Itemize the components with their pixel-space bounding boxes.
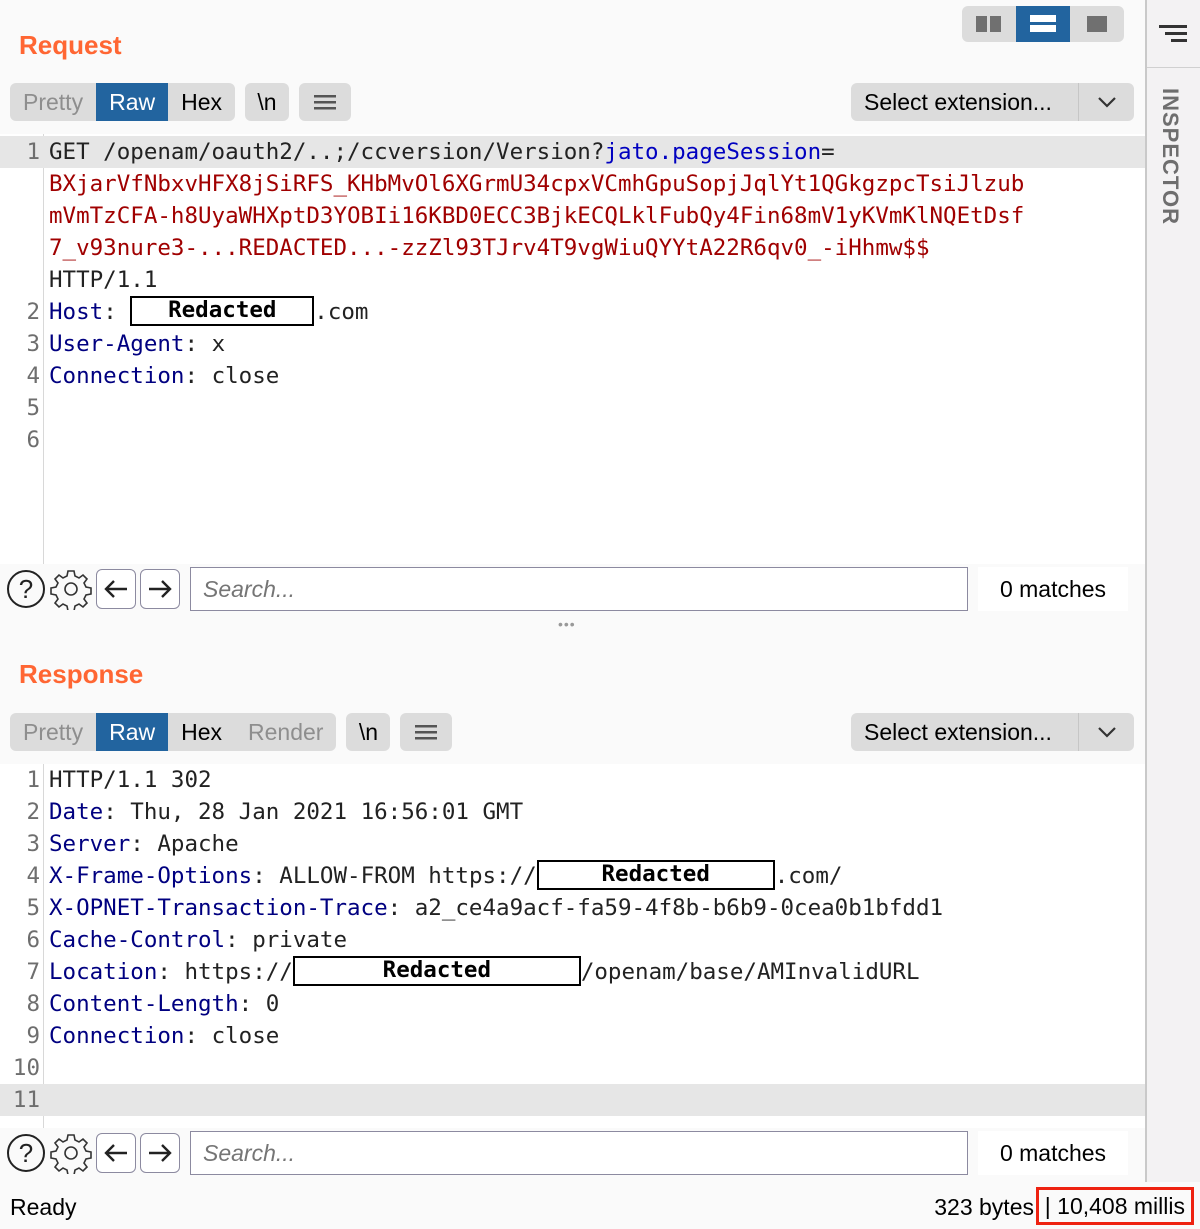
response-match-count: 0 matches <box>978 1131 1128 1175</box>
request-line: HTTP/1.1 <box>49 267 158 293</box>
layout-stacked-button[interactable] <box>1016 6 1070 42</box>
svg-text:?: ? <box>19 1138 33 1168</box>
search-prev-button[interactable] <box>96 569 136 609</box>
response-menu-button[interactable] <box>400 713 453 751</box>
request-line: 5 <box>26 395 40 421</box>
response-view-tabs: Pretty Raw Hex Render <box>10 713 337 751</box>
hamburger-icon <box>415 725 438 740</box>
response-line: 1 HTTP/1.1 302 <box>26 767 212 793</box>
request-line: BXjarVfNbxvHFX8jSiRFS_KHbMvOl6XGrmU34cpx… <box>0 168 1145 200</box>
hamburger-icon <box>314 95 336 110</box>
request-line: 4 Connection: close <box>26 363 280 389</box>
pane-divider-handle[interactable]: ••• <box>558 616 576 632</box>
response-line: 2 Date: Thu, 28 Jan 2021 16:56:01 GMT <box>26 799 524 825</box>
response-tab-hex[interactable]: Hex <box>168 713 235 751</box>
response-line: 4 X-Frame-Options: ALLOW-FROM https://Red… <box>26 859 843 890</box>
param-value: mVmTzCFA-h8UyaWHXptD3YOBIi16KBD0ECC3BjkE… <box>49 203 1025 229</box>
help-icon[interactable]: ? <box>6 1133 46 1173</box>
response-newline-toggle[interactable]: \n <box>346 713 391 751</box>
chevron-down-icon[interactable] <box>1079 713 1134 751</box>
response-line: 9 Connection: close <box>26 1023 280 1049</box>
layout-toggle <box>962 6 1124 42</box>
layout-side-by-side-button[interactable] <box>962 6 1016 42</box>
request-search-input[interactable] <box>190 567 968 611</box>
arrow-right-icon <box>149 1144 172 1162</box>
response-line: 10 <box>12 1055 40 1081</box>
response-line: 11 <box>0 1084 1145 1116</box>
request-extension-label: Select extension... <box>851 83 1079 121</box>
request-menu-button[interactable] <box>299 83 351 121</box>
request-line: 3 User-Agent: x <box>26 331 226 357</box>
response-editor[interactable]: 1 HTTP/1.1 302 2 Date: Thu, 28 Jan 2021 16… <box>0 764 1145 1128</box>
gear-icon[interactable] <box>50 568 92 610</box>
search-next-button[interactable] <box>140 1133 180 1173</box>
response-line: 3 Server: Apache <box>26 831 239 857</box>
param-value: 7_v93nure3-...REDACTED...-zzZl93TJrv4T9v… <box>49 235 930 261</box>
inspector-panel: INSPECTOR <box>1145 0 1200 1229</box>
columns-icon <box>976 16 1001 32</box>
status-ready: Ready <box>10 1194 77 1220</box>
request-title: Request <box>19 30 122 60</box>
svg-text:?: ? <box>19 574 33 604</box>
redacted-box: Redacted <box>130 295 315 326</box>
request-tab-pretty[interactable]: Pretty <box>10 83 96 121</box>
redacted-box: Redacted <box>292 955 581 986</box>
status-bar: Ready 323 bytes | 10,408 millis <box>0 1182 1200 1229</box>
inspector-toggle-button[interactable] <box>1147 0 1200 68</box>
request-line: 1 GET /openam/oauth2/..;/ccversion/Versio… <box>0 136 1145 168</box>
arrow-left-icon <box>104 580 127 598</box>
response-toolbar: Pretty Raw Hex Render \n <box>10 713 453 751</box>
response-tab-pretty[interactable]: Pretty <box>10 713 96 751</box>
response-tab-render[interactable]: Render <box>235 713 336 751</box>
param-value: BXjarVfNbxvHFX8jSiRFS_KHbMvOl6XGrmU34cpx… <box>49 171 1025 197</box>
request-extension-select[interactable]: Select extension... <box>851 83 1134 121</box>
arrow-right-icon <box>149 580 172 598</box>
redacted-box: Redacted <box>536 859 775 890</box>
request-editor[interactable]: 1 GET /openam/oauth2/..;/ccversion/Versio… <box>0 134 1145 565</box>
layout-single-button[interactable] <box>1070 6 1124 42</box>
chevron-down-icon[interactable] <box>1079 83 1134 121</box>
request-line: 6 <box>26 427 40 453</box>
response-size: 323 bytes <box>934 1194 1034 1220</box>
response-title: Response <box>19 659 144 689</box>
request-newline-toggle[interactable]: \n <box>245 83 289 121</box>
rows-icon <box>1030 15 1056 32</box>
response-line: 6 Cache-Control: private <box>26 927 348 953</box>
response-line: 7 Location: https://Redacted/openam/base/… <box>26 955 920 986</box>
search-next-button[interactable] <box>140 569 180 609</box>
request-search-bar: ? 0 matches <box>0 564 1145 614</box>
main-panel: Request Pretty Raw Hex \n Select extensi… <box>0 0 1145 1229</box>
request-match-count: 0 matches <box>978 567 1128 611</box>
response-line: 8 Content-Length: 0 <box>26 991 280 1017</box>
inspector-tab[interactable]: INSPECTOR <box>1157 88 1183 225</box>
response-time: | 10,408 millis <box>1035 1187 1194 1225</box>
response-extension-select[interactable]: Select extension... <box>851 713 1134 751</box>
help-icon[interactable]: ? <box>6 569 46 609</box>
response-search-input[interactable] <box>190 1131 968 1175</box>
search-prev-button[interactable] <box>96 1133 136 1173</box>
arrow-left-icon <box>104 1144 127 1162</box>
request-line: mVmTzCFA-h8UyaWHXptD3YOBIi16KBD0ECC3BjkE… <box>0 200 1145 232</box>
request-line: 2 Host: Redacted .com <box>26 295 369 326</box>
param-name: jato.pageSession <box>604 139 822 165</box>
response-tab-raw[interactable]: Raw <box>96 713 169 751</box>
request-toolbar: Pretty Raw Hex \n <box>10 83 351 121</box>
request-tab-hex[interactable]: Hex <box>168 83 235 121</box>
square-icon <box>1087 16 1107 32</box>
request-tab-raw[interactable]: Raw <box>96 83 169 121</box>
gear-icon[interactable] <box>50 1132 92 1174</box>
response-extension-label: Select extension... <box>851 713 1079 751</box>
filter-lines-icon <box>1158 24 1187 42</box>
request-view-tabs: Pretty Raw Hex <box>10 83 235 121</box>
response-line: 5 X-OPNET-Transaction-Trace: a2_ce4a9acf-… <box>26 895 944 921</box>
request-line: 7_v93nure3-...REDACTED...-zzZl93TJrv4T9v… <box>0 232 1145 264</box>
response-search-bar: ? 0 matches <box>0 1128 1145 1178</box>
